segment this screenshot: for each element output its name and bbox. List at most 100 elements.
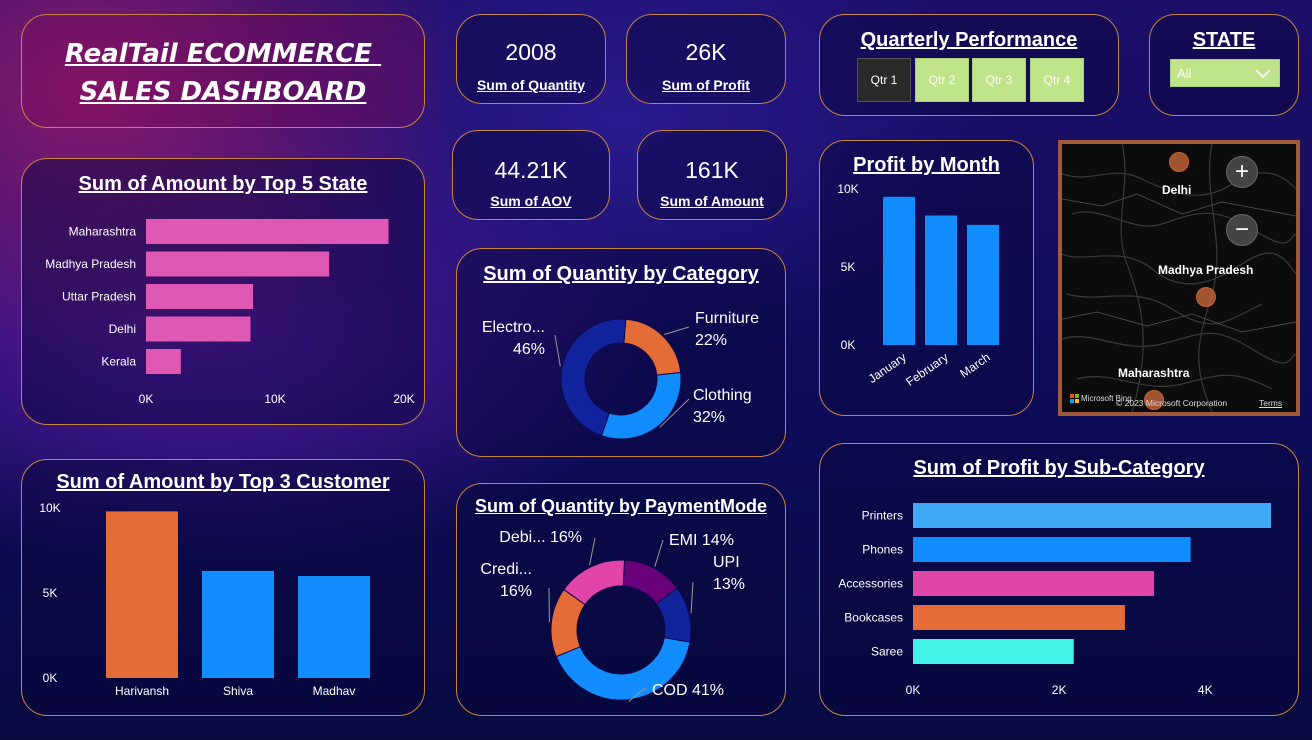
y-tick-label: 10K xyxy=(837,182,858,196)
x-tick-label: 0K xyxy=(906,683,921,697)
map-label-madhya-pradesh: Madhya Pradesh xyxy=(1158,263,1254,277)
bar-printers[interactable] xyxy=(913,503,1271,528)
category-label: Accessories xyxy=(838,577,903,591)
x-tick-label: 2K xyxy=(1052,683,1067,697)
category-label: Maharashtra xyxy=(69,225,137,239)
bar-uttar-pradesh[interactable] xyxy=(146,284,254,309)
map-bubble-delhi[interactable] xyxy=(1169,152,1189,172)
y-tick-label: 0K xyxy=(43,671,58,685)
qty-payment-title: Sum of Quantity by PaymentMode xyxy=(474,496,768,516)
bar-march[interactable] xyxy=(967,224,999,345)
top3-customer-title: Sum of Amount by Top 3 Customer xyxy=(56,471,390,493)
profit-month-title: Profit by Month xyxy=(853,154,1000,176)
plus-icon: + xyxy=(1234,158,1249,185)
slice-clothing[interactable] xyxy=(600,371,682,440)
profit-month-card: Profit by Month January February March 0K 5K… xyxy=(819,140,1034,416)
chevron-down-icon xyxy=(1255,69,1271,79)
kpi-profit-card: 26K Sum of Profit xyxy=(626,14,786,104)
top3-customer-chart: Harivansh Shiva Madhav 0K 5K 10K xyxy=(39,501,370,698)
slice-furniture[interactable] xyxy=(623,318,682,376)
y-tick-label: 10K xyxy=(39,501,60,515)
leader-line xyxy=(654,539,664,567)
bar-accessories[interactable] xyxy=(913,571,1155,596)
leader-line xyxy=(589,537,596,566)
profit-subcat-chart: Printers Phones Accessories Bookcases Saree 0… xyxy=(838,503,1271,697)
kpi-amount-card: 161K Sum of Amount xyxy=(637,130,787,220)
kpi-aov-label: Sum of AOV xyxy=(490,193,572,209)
qtr-4-button[interactable]: Qtr 4 xyxy=(1030,58,1084,102)
bar-madhav[interactable] xyxy=(298,576,370,678)
qty-category-card: Sum of Quantity by Category Furniture 22%… xyxy=(456,248,786,457)
kpi-aov-card: 44.21K Sum of AOV xyxy=(452,130,610,220)
dashboard-title-card: RealTail ECOMMERCE SALES DASHBOARD xyxy=(21,14,425,128)
minus-icon: − xyxy=(1234,216,1249,243)
x-tick-label: 20K xyxy=(393,392,414,406)
map-bubble-madhya-pradesh[interactable] xyxy=(1196,287,1216,307)
map-label-delhi: Delhi xyxy=(1162,183,1192,197)
x-tick-label: 0K xyxy=(139,392,154,406)
state-dropdown-value: All xyxy=(1177,66,1192,81)
bar-february[interactable] xyxy=(925,215,957,345)
bar-madhya-pradesh[interactable] xyxy=(146,251,330,277)
slice-percent: 32% xyxy=(693,409,725,426)
top5-state-chart: Maharashtra Madhya Pradesh Uttar Pradesh De… xyxy=(45,219,415,406)
y-tick-label: 5K xyxy=(43,586,58,600)
slice-label: Clothing xyxy=(693,387,752,404)
slice-label: EMI 14% xyxy=(669,532,734,549)
qtr-3-button[interactable]: Qtr 3 xyxy=(972,58,1026,102)
top5-state-card: Sum of Amount by Top 5 State Maharashtra… xyxy=(21,158,425,425)
qty-payment-chart: EMI 14% UPI 13% COD 41% Credi... 16% Debi... 1… xyxy=(480,529,745,702)
qtr-2-button[interactable]: Qtr 2 xyxy=(915,58,969,102)
category-label: Kerala xyxy=(101,355,136,369)
zoom-in-button[interactable]: + xyxy=(1226,156,1258,188)
bar-shiva[interactable] xyxy=(202,570,274,678)
state-dropdown[interactable]: All xyxy=(1170,59,1280,87)
zoom-out-button[interactable]: − xyxy=(1226,214,1258,246)
slice-percent: 16% xyxy=(500,583,532,600)
category-label: Uttar Pradesh xyxy=(62,290,136,304)
category-label: Shiva xyxy=(223,684,253,698)
map-terms-link[interactable]: Terms xyxy=(1259,398,1282,408)
qty-category-chart: Furniture 22% Clothing 32% Electro... 46% xyxy=(482,310,759,440)
slice-label: Credi... xyxy=(480,561,532,578)
category-label: March xyxy=(957,350,992,381)
map-attribution: © 2023 Microsoft Corporation xyxy=(1116,398,1228,408)
bar-delhi[interactable] xyxy=(146,316,251,342)
category-label: Bookcases xyxy=(844,611,903,625)
slice-label: Furniture xyxy=(695,310,759,327)
microsoft-logo-icon xyxy=(1070,394,1079,403)
state-slicer-title: STATE xyxy=(1192,29,1256,51)
qtr-1-button[interactable]: Qtr 1 xyxy=(857,58,911,102)
category-label: Phones xyxy=(862,543,903,557)
category-label: Delhi xyxy=(109,322,136,336)
bar-january[interactable] xyxy=(883,196,915,345)
bar-kerala[interactable] xyxy=(146,349,181,374)
state-map[interactable]: Delhi Madhya Pradesh Maharashtra + − Mic… xyxy=(1058,140,1300,416)
profit-month-chart: JanuaryFebruary March 0K 5K 10K xyxy=(837,182,999,389)
kpi-profit-value: 26K xyxy=(685,39,727,65)
qty-category-title: Sum of Quantity by Category xyxy=(483,263,759,285)
kpi-amount-value: 161K xyxy=(685,157,739,183)
profit-subcat-title: Sum of Profit by Sub-Category xyxy=(913,457,1205,479)
bar-maharashtra[interactable] xyxy=(146,219,389,244)
category-label: Madhav xyxy=(313,684,356,698)
top3-customer-card: Sum of Amount by Top 3 Customer Harivans… xyxy=(21,459,425,716)
x-tick-label: 10K xyxy=(264,392,285,406)
y-tick-label: 5K xyxy=(841,260,856,274)
bar-saree[interactable] xyxy=(913,639,1074,664)
slice-percent: 46% xyxy=(513,341,545,358)
bar-bookcases[interactable] xyxy=(913,605,1125,630)
slice-label: Debi... 16% xyxy=(499,529,582,546)
kpi-quantity-label: Sum of Quantity xyxy=(476,77,586,93)
category-label: Madhya Pradesh xyxy=(45,257,136,271)
slice-label: Electro... xyxy=(482,319,545,336)
slice-label: COD 41% xyxy=(652,682,724,699)
kpi-profit-label: Sum of Profit xyxy=(662,77,750,93)
y-tick-label: 0K xyxy=(841,338,856,352)
bar-harivansh[interactable] xyxy=(106,511,178,678)
quarter-slicer-title: Quarterly Performance xyxy=(860,29,1078,51)
kpi-quantity-card: 2008 Sum of Quantity xyxy=(456,14,606,104)
bar-phones[interactable] xyxy=(913,537,1191,562)
category-label: Harivansh xyxy=(115,684,169,698)
top5-state-title: Sum of Amount by Top 5 State xyxy=(78,173,368,195)
